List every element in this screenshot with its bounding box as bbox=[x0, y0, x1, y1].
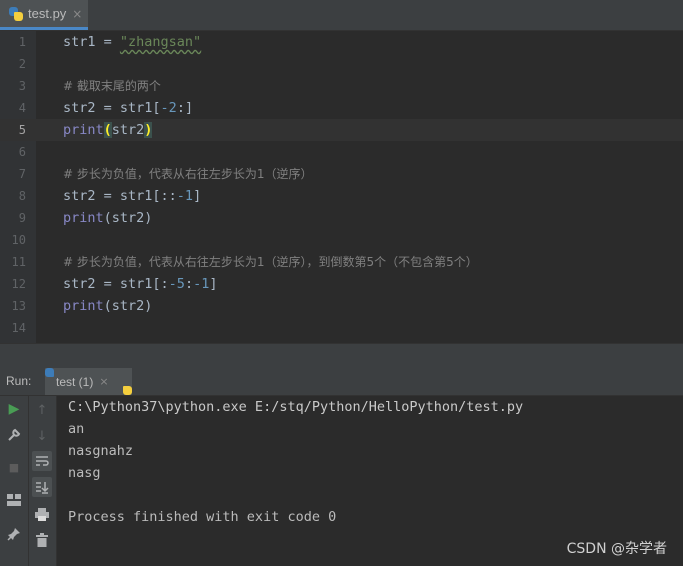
line-number: 1 bbox=[18, 35, 26, 49]
code-line[interactable]: 8 str2 = str1[::-1] bbox=[0, 185, 683, 207]
print-icon[interactable] bbox=[32, 504, 52, 524]
code-line[interactable]: 1 str1 = "zhangsan" bbox=[0, 31, 683, 53]
code-line[interactable]: 4 str2 = str1[-2:] bbox=[0, 97, 683, 119]
panel-divider[interactable] bbox=[0, 343, 683, 369]
console-line: nasgnahz bbox=[68, 443, 134, 459]
code-comment: # 步长为负值，代表从右往左步长为1（逆序） bbox=[63, 167, 313, 181]
line-number: 7 bbox=[18, 167, 26, 181]
code-line[interactable]: 6 bbox=[0, 141, 683, 163]
trash-icon[interactable] bbox=[32, 530, 52, 550]
line-number: 11 bbox=[11, 255, 26, 269]
scroll-to-end-icon[interactable] bbox=[32, 477, 52, 497]
code-text: print(str2) bbox=[63, 210, 153, 226]
line-number: 3 bbox=[18, 79, 26, 93]
code-comment: # 截取末尾的两个 bbox=[63, 79, 161, 93]
code-line-current[interactable]: 5 print(str2) bbox=[0, 119, 683, 141]
code-text: str2 = str1[:-5:-1] bbox=[63, 276, 218, 292]
code-line[interactable]: 7 # 步长为负值，代表从右往左步长为1（逆序） bbox=[0, 163, 683, 185]
code-text: str1 = "zhangsan" bbox=[63, 34, 202, 50]
pin-icon[interactable] bbox=[4, 524, 24, 544]
console-line: nasg bbox=[68, 465, 101, 481]
tab-run-test[interactable]: test (1) × bbox=[45, 368, 132, 395]
code-line[interactable]: 11 # 步长为负值，代表从右往左步长为1（逆序），到倒数第5个（不包含第5个） bbox=[0, 251, 683, 273]
layout-icon[interactable] bbox=[4, 490, 24, 510]
console-toolbar: ↑ ↓ bbox=[29, 396, 57, 566]
code-text: str2 = str1[-2:] bbox=[63, 100, 194, 116]
tab-test-py[interactable]: test.py × bbox=[0, 0, 88, 30]
code-line[interactable]: 2 bbox=[0, 53, 683, 75]
console-line: C:\Python37\python.exe E:/stq/Python/Hel… bbox=[68, 399, 524, 415]
code-comment: # 步长为负值，代表从右往左步长为1（逆序），到倒数第5个（不包含第5个） bbox=[63, 255, 478, 269]
line-number: 4 bbox=[18, 101, 26, 115]
tab-label: test.py bbox=[28, 6, 67, 21]
line-number: 2 bbox=[18, 57, 26, 71]
run-label: Run: bbox=[6, 374, 32, 388]
wrench-icon[interactable] bbox=[4, 425, 24, 445]
line-number: 6 bbox=[18, 145, 26, 159]
line-number: 12 bbox=[11, 277, 26, 291]
soft-wrap-icon[interactable] bbox=[32, 451, 52, 471]
code-line[interactable]: 13 print(str2) bbox=[0, 295, 683, 317]
line-number: 13 bbox=[11, 299, 26, 313]
line-number: 10 bbox=[11, 233, 26, 247]
run-tab-label: test (1) bbox=[56, 374, 94, 389]
code-line[interactable]: 3 # 截取末尾的两个 bbox=[0, 75, 683, 97]
line-number: 9 bbox=[18, 211, 26, 225]
code-text: print(str2) bbox=[63, 122, 153, 138]
console-output[interactable]: C:\Python37\python.exe E:/stq/Python/Hel… bbox=[68, 396, 523, 525]
close-icon[interactable]: × bbox=[72, 7, 82, 21]
console-line: an bbox=[68, 421, 85, 437]
ide-window: test.py × 1 str1 = "zhangsan" 2 3 # 截取末尾… bbox=[0, 0, 683, 566]
up-arrow-icon[interactable]: ↑ bbox=[32, 400, 52, 420]
code-text: str2 = str1[::-1] bbox=[63, 188, 202, 204]
code-line[interactable]: 10 bbox=[0, 229, 683, 251]
close-icon[interactable]: × bbox=[99, 375, 108, 388]
down-arrow-icon[interactable]: ↓ bbox=[32, 426, 52, 446]
line-number: 8 bbox=[18, 189, 26, 203]
code-text: print(str2) bbox=[63, 298, 153, 314]
watermark: CSDN @杂学者 bbox=[566, 541, 667, 557]
line-number: 14 bbox=[11, 321, 26, 335]
line-number: 5 bbox=[18, 123, 26, 137]
code-line[interactable]: 9 print(str2) bbox=[0, 207, 683, 229]
code-editor[interactable]: 1 str1 = "zhangsan" 2 3 # 截取末尾的两个 4 str2… bbox=[0, 31, 683, 343]
python-file-icon bbox=[9, 6, 23, 21]
code-line[interactable]: 12 str2 = str1[:-5:-1] bbox=[0, 273, 683, 295]
run-panel: ▶ ■ ↑ ↓ C:\Python37\python.exe E:/stq/Py… bbox=[0, 396, 683, 566]
run-side-toolbar: ▶ ■ bbox=[0, 396, 29, 566]
rerun-icon[interactable]: ▶ bbox=[4, 399, 24, 419]
console-line: Process finished with exit code 0 bbox=[68, 509, 337, 525]
stop-icon[interactable]: ■ bbox=[4, 457, 24, 477]
code-line[interactable]: 14 bbox=[0, 317, 683, 339]
run-toolbar: Run: test (1) × bbox=[0, 368, 683, 396]
editor-tab-bar: test.py × bbox=[0, 0, 683, 31]
